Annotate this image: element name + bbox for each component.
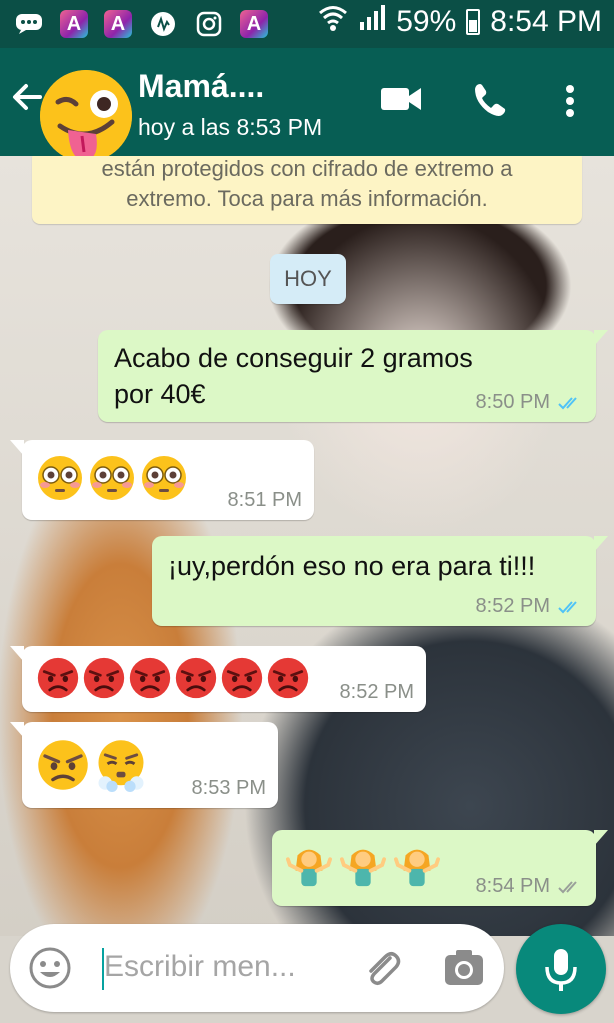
contact-name[interactable]: Mamá.... (138, 68, 264, 105)
last-seen: hoy a las 8:53 PM (138, 114, 323, 140)
message-bubble-incoming[interactable]: 8:53 PM (10, 722, 278, 808)
read-ticks-icon (558, 396, 577, 409)
message-time: 8:51 PM (227, 489, 302, 511)
pouting-face-icon (174, 656, 218, 700)
pouting-face-icon (266, 656, 310, 700)
notification-icons: A A A (14, 9, 268, 39)
day-divider: HOY (270, 254, 346, 304)
message-time: 8:52 PM (475, 595, 550, 617)
read-ticks-icon (558, 600, 577, 613)
message-bubble-outgoing[interactable]: Acabo de conseguir 2 gramos por 40€ 8:50… (98, 330, 608, 422)
message-time: 8:54 PM (475, 875, 550, 897)
pouting-face-icon (82, 656, 126, 700)
more-options-icon[interactable] (564, 84, 576, 123)
instagram-icon (194, 9, 224, 39)
app-icon: A (60, 10, 88, 38)
message-bubble-incoming[interactable]: 8:51 PM (10, 440, 314, 520)
back-arrow-icon[interactable] (10, 80, 44, 121)
angry-face-icon (36, 738, 90, 792)
emoji-icon[interactable] (28, 946, 72, 995)
pouting-face-icon (220, 656, 264, 700)
wifi-icon (318, 4, 348, 40)
flushed-face-icon (37, 455, 83, 501)
chat-header: Mamá.... hoy a las 8:53 PM (0, 48, 614, 162)
pouting-face-icon (128, 656, 172, 700)
camera-icon[interactable] (442, 946, 486, 995)
chat-icon (14, 9, 44, 39)
avatar[interactable] (40, 70, 132, 162)
message-time: 8:50 PM (475, 391, 550, 413)
message-time: 8:52 PM (339, 681, 414, 703)
person-shrugging-icon (340, 847, 386, 888)
app-icon: A (240, 10, 268, 38)
app-icon: A (104, 10, 132, 38)
message-bubble-outgoing[interactable]: ¡uy,perdón eso no era para ti!!! 8:52 PM (152, 536, 608, 626)
encryption-notice-line1: están protegidos con cifrado de extremo … (101, 156, 513, 181)
chat-area[interactable]: están protegidos con cifrado de extremo … (0, 156, 614, 936)
message-input[interactable] (104, 942, 344, 992)
face-with-steam-icon (97, 738, 145, 792)
message-time: 8:53 PM (191, 777, 266, 799)
paperclip-icon[interactable] (360, 946, 404, 995)
person-shrugging-icon (394, 847, 440, 888)
message-bubble-incoming[interactable]: 8:52 PM (10, 646, 426, 712)
message-text-line1: Acabo de conseguir 2 gramos (114, 343, 473, 373)
flushed-face-icon (89, 455, 135, 501)
battery-icon (466, 9, 481, 35)
music-icon (148, 9, 178, 39)
pouting-face-icon (36, 656, 80, 700)
battery-percent: 59% (396, 5, 457, 38)
encryption-notice[interactable]: están protegidos con cifrado de extremo … (32, 156, 582, 224)
flushed-face-icon (141, 455, 187, 501)
encryption-notice-line2: extremo. Toca para más información. (126, 186, 488, 211)
message-text: ¡uy,perdón eso no era para ti!!! (168, 551, 536, 581)
microphone-button[interactable] (516, 924, 606, 1014)
person-shrugging-icon (286, 847, 332, 888)
status-bar: A A A 59% 8:54 PM (0, 0, 614, 48)
signal-icon (358, 4, 386, 40)
delivered-ticks-icon (558, 880, 577, 893)
video-call-icon[interactable] (380, 84, 422, 119)
microphone-icon (545, 949, 577, 991)
message-bubble-outgoing[interactable]: 8:54 PM (272, 830, 608, 906)
phone-call-icon[interactable] (472, 82, 508, 123)
message-text-line2: por 40€ (114, 379, 206, 409)
winking-tongue-emoji-icon (40, 70, 132, 162)
clock: 8:54 PM (490, 5, 602, 38)
message-composer (10, 924, 504, 1012)
